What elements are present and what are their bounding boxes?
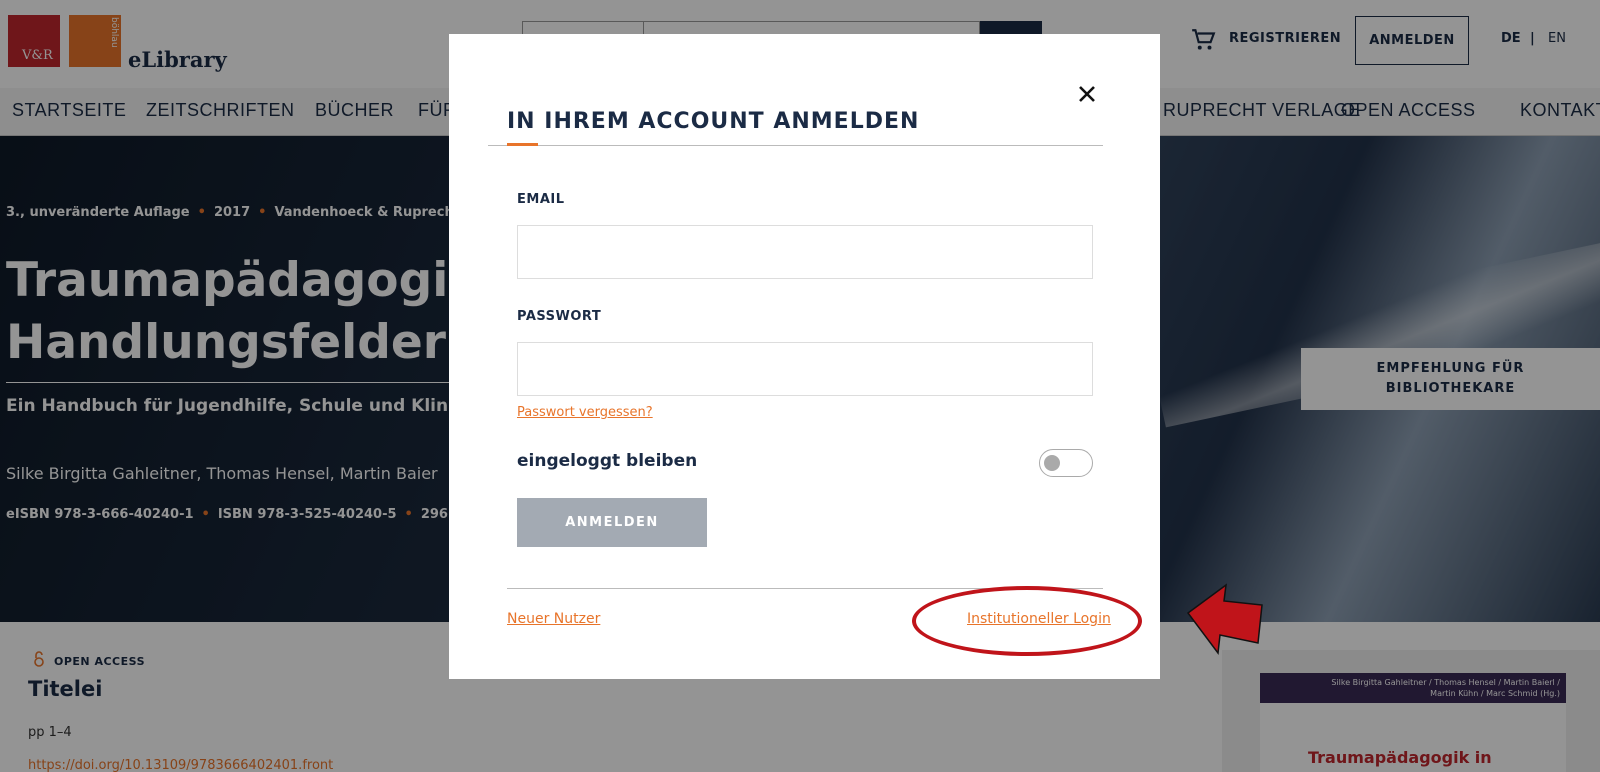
modal-title-accent [507,143,538,146]
password-field[interactable] [517,342,1093,396]
login-submit-button[interactable]: ANMELDEN [517,498,707,547]
close-icon[interactable] [1075,82,1099,106]
remember-me-label: eingeloggt bleiben [517,451,698,471]
password-label: PASSWORT [517,309,602,324]
modal-footer-divider [507,588,1103,589]
forgot-password-link[interactable]: Passwort vergessen? [517,405,653,420]
modal-title-divider [488,145,1103,146]
institutional-login-link[interactable]: Institutioneller Login [967,611,1111,627]
toggle-knob [1044,455,1060,471]
new-user-link[interactable]: Neuer Nutzer [507,611,600,627]
email-label: EMAIL [517,192,565,207]
remember-me-toggle[interactable] [1039,449,1093,477]
modal-title: IN IHREM ACCOUNT ANMELDEN [507,109,920,134]
email-field[interactable] [517,225,1093,279]
